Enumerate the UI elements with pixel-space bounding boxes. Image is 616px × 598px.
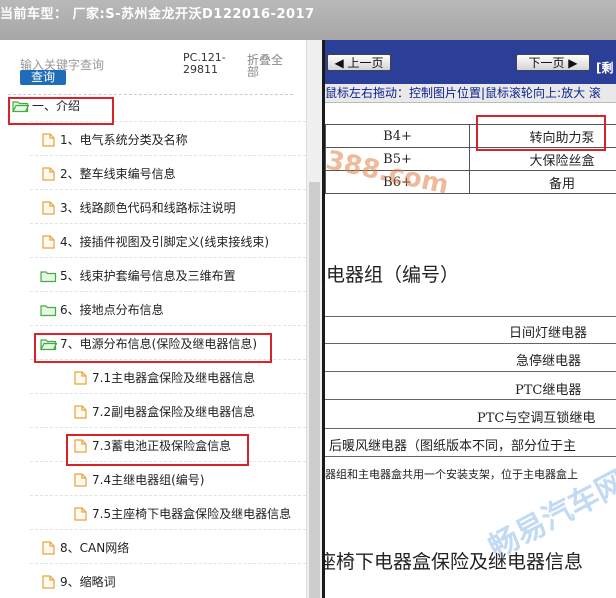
pc-number: PC.121-29811 [183, 51, 226, 76]
relay-name: 急停继电器 [516, 354, 582, 369]
tree-item[interactable]: 7.5主座椅下电器盒保险及继电器信息 [72, 498, 291, 528]
tree-item[interactable]: 7.4主继电器组(编号) [72, 464, 204, 494]
prev-arrow-icon: ◀ [334, 56, 344, 70]
tree-item-label: 5、线束护套编号信息及三维布置 [60, 268, 236, 283]
divider [30, 495, 306, 496]
tree-item[interactable]: 2、整车线束编号信息 [40, 158, 176, 188]
document-viewer: ◀ 上一页 下一页 ▶ [剩 鼠标左右拖动：控制图片位置|鼠标滚轮向上:放大 滚… [325, 40, 616, 598]
search-button[interactable]: 查询 [20, 70, 66, 85]
usage-tip: 鼠标左右拖动：控制图片位置|鼠标滚轮向上:放大 滚 [325, 84, 616, 103]
divider [30, 189, 306, 190]
tree-item-label: 8、CAN网络 [60, 540, 130, 555]
fuse-code: B4+ [325, 124, 470, 148]
tree-item-label: 4、接插件视图及引脚定义(线束接线束) [60, 234, 269, 249]
tree-item[interactable]: 5、线束护套编号信息及三维布置 [40, 260, 236, 290]
fuse-code: B6+ [325, 170, 470, 194]
tree-item[interactable]: 6、接地点分布信息 [40, 294, 164, 324]
tree-item-label: 7.5主座椅下电器盒保险及继电器信息 [92, 506, 292, 521]
scrollbar-thumb[interactable] [309, 182, 320, 598]
next-page-button[interactable]: 下一页 ▶ [516, 54, 590, 71]
divider [30, 393, 306, 394]
divider [325, 316, 616, 317]
document-icon [40, 574, 57, 589]
relay-name: PTC继电器 [515, 383, 582, 398]
relay-name: 日间灯继电器 [509, 326, 588, 341]
next-page-label: 下一页 [528, 56, 565, 70]
tree-item[interactable]: 4、接插件视图及引脚定义(线束接线束) [40, 226, 269, 256]
divider [30, 427, 306, 428]
tree-item-label: 7.1主电器盒保险及继电器信息 [92, 370, 256, 385]
tree-item[interactable]: 9、缩略词 [40, 566, 116, 596]
page-info: [剩 [596, 61, 614, 75]
tree-item[interactable]: 8、CAN网络 [40, 532, 129, 562]
note-text: 后暖风继电器（图纸版本不同，部分位于主 [329, 439, 577, 454]
next-arrow-icon: ▶ [568, 56, 578, 70]
tree-item-label: 7.2副电器盒保险及继电器信息 [92, 404, 256, 419]
tree-item-label: 3、线路颜色代码和线路标注说明 [60, 200, 236, 215]
title-bar: 当前车型： 厂家:S-苏州金龙开沃D122016-2017 [0, 0, 616, 40]
collapse-all-link[interactable]: 折叠全部 [247, 54, 287, 78]
fuse-name: 备用 [469, 170, 616, 194]
tree-item[interactable]: 7.1主电器盒保险及继电器信息 [72, 362, 255, 392]
document-icon [40, 540, 57, 555]
document-icon [40, 234, 57, 249]
table-row: B6+ 备用 [325, 170, 616, 194]
divider [30, 529, 306, 530]
document-icon [40, 132, 57, 147]
highlight-box [8, 97, 114, 125]
tree-item[interactable]: 7.2副电器盒保险及继电器信息 [72, 396, 255, 426]
document-icon [72, 506, 89, 521]
divider [30, 325, 306, 326]
highlight-box [66, 434, 249, 466]
divider [325, 456, 616, 457]
tree-item-label: 2、整车线束编号信息 [60, 166, 176, 181]
divider [30, 563, 306, 564]
document-icon [72, 404, 89, 419]
divider [325, 371, 616, 372]
highlight-box [476, 115, 606, 151]
tree-item-label: 7.4主继电器组(编号) [92, 472, 205, 487]
prev-page-button[interactable]: ◀ 上一页 [327, 54, 391, 71]
tree-item-label: 9、缩略词 [60, 574, 116, 589]
tree-item-label: 6、接地点分布信息 [60, 302, 164, 317]
search-area: 输入关键字查询 查询 PC.121-29811 折叠全部 [0, 42, 310, 85]
tree-item[interactable]: 1、电气系统分类及名称 [40, 124, 188, 154]
highlight-box [34, 333, 272, 363]
divider [325, 343, 616, 344]
prev-page-label: 上一页 [347, 56, 384, 70]
folder-icon [40, 269, 57, 282]
divider [325, 399, 616, 400]
note-text: 器组和主电器盒共用一个安装支架，位于主电器盒上 [325, 468, 578, 481]
relay-heading: 继电器组（编号） [325, 264, 460, 286]
fuse-code: B5+ [325, 147, 470, 171]
tree-item-label: 1、电气系统分类及名称 [60, 132, 188, 147]
window-title: 当前车型： 厂家:S-苏州金龙开沃D122016-2017 [0, 7, 315, 22]
divider [30, 257, 306, 258]
viewer-toolbar: ◀ 上一页 下一页 ▶ [剩 [325, 40, 616, 84]
folder-icon [40, 303, 57, 316]
document-icon [40, 166, 57, 181]
document-page[interactable]: B4+ 转向助力泵 B5+ 大保险丝盒 B6+ 备用 继电器组（编号） 日间灯继… [325, 102, 616, 598]
toc-scrollbar[interactable] [306, 40, 323, 598]
seat-box-heading: 座椅下电器盒保险及继电器信息 [325, 551, 584, 573]
document-icon [72, 370, 89, 385]
divider [325, 428, 616, 429]
tree-item[interactable]: 3、线路颜色代码和线路标注说明 [40, 192, 236, 222]
relay-name: PTC与空调互锁继电 [477, 411, 596, 426]
document-icon [40, 200, 57, 215]
divider [30, 155, 306, 156]
divider [30, 291, 306, 292]
divider [30, 223, 306, 224]
document-icon [72, 472, 89, 487]
